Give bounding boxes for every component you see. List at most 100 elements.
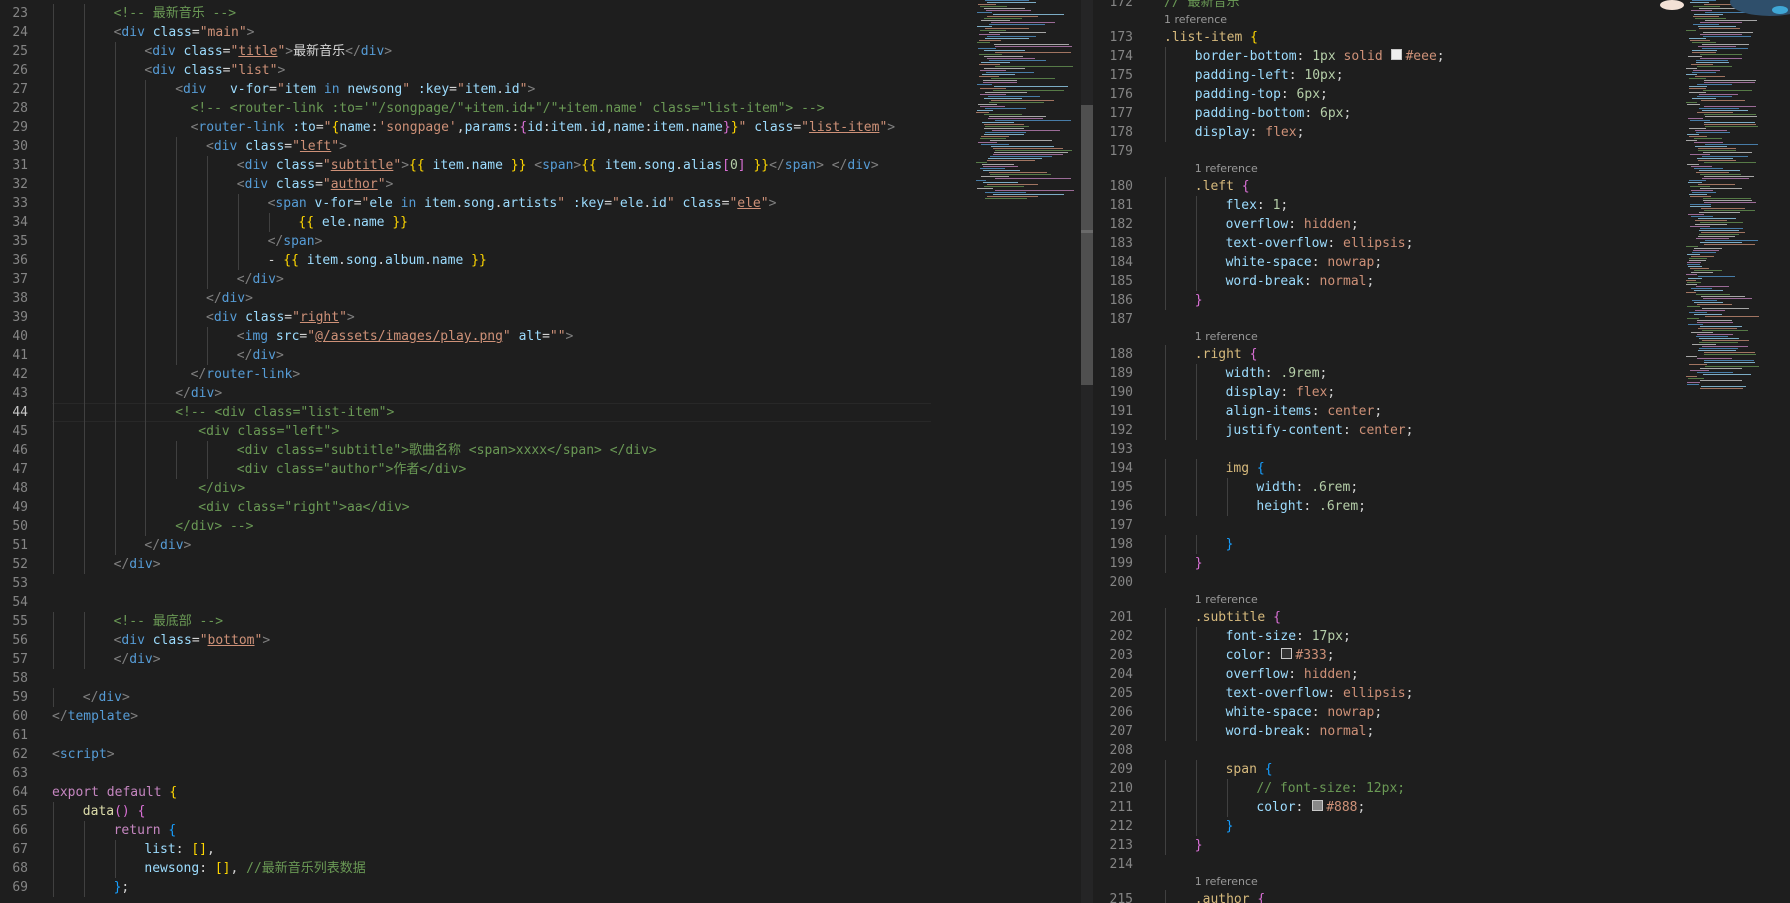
code-token: <!-- 最底部 --> (113, 614, 224, 629)
color-swatch-icon[interactable] (1281, 648, 1293, 659)
line-number: 196 (1109, 499, 1133, 514)
code-line[interactable]: 52 </div> (0, 555, 1081, 574)
color-swatch-icon[interactable] (1312, 800, 1324, 811)
code-token: : (1343, 423, 1359, 438)
minimap-line (984, 68, 1025, 69)
minimap-line (1696, 172, 1729, 173)
code-line[interactable]: 23 <!-- 最新音乐 --> (0, 4, 1081, 23)
code-token: div (183, 82, 207, 97)
code-token: <!-- <div class="list-item"> (175, 405, 395, 420)
minimap-line (1697, 158, 1733, 159)
codelens-reference[interactable]: 1 reference (1195, 874, 1258, 890)
left-editor-pane[interactable]: 23 <!-- 最新音乐 --> 24 <div class="main"> 25 <di… (0, 0, 1081, 903)
code-line[interactable]: 51 </div> (0, 536, 1081, 555)
code-line[interactable]: 54 (0, 593, 1081, 612)
code-line[interactable]: 30 <div class="left"> (0, 137, 1081, 156)
code-line[interactable]: 24 <div class="main"> (0, 23, 1081, 42)
code-line[interactable]: 50 </div> --> (0, 517, 1081, 536)
codelens-reference[interactable]: 1 reference (1195, 161, 1258, 177)
indent-guide (114, 460, 116, 479)
code-line[interactable]: 63 (0, 764, 1081, 783)
minimap-line (987, 196, 1038, 197)
code-text: <!-- <div class="list-item"> (175, 403, 394, 422)
code-line[interactable]: 42 </router-link> (0, 365, 1081, 384)
code-line[interactable]: 62 <script> (0, 745, 1081, 764)
minimap-line (985, 132, 1026, 133)
minimap-line (1690, 370, 1709, 371)
minimap-line (1690, 120, 1710, 121)
indent-guide (1165, 215, 1166, 234)
indent-guide (237, 213, 239, 232)
code-line[interactable]: 28 <!-- <router-link :to='"/songpage/"+it… (0, 99, 1081, 118)
code-text: newsong: [], //最新音乐列表数据 (144, 859, 365, 878)
code-line[interactable]: 69}; (0, 878, 1081, 897)
code-line[interactable]: 60 </template> (0, 707, 1081, 726)
indent-guide (176, 137, 178, 156)
code-line[interactable]: 47 <div class="author">作者</div> (0, 460, 1081, 479)
code-line[interactable]: 36- {{ item.song.album.name }} (0, 251, 1081, 270)
code-token: }} (471, 253, 487, 268)
code-line[interactable]: 53 (0, 574, 1081, 593)
code-token: > (527, 82, 536, 97)
code-line[interactable]: 56 <div class="bottom"> (0, 631, 1081, 650)
code-token: div (221, 291, 246, 306)
minimap-line (1690, 206, 1711, 207)
code-line[interactable]: 37 </div> (0, 270, 1081, 289)
code-line[interactable]: 25 <div class="title">最新音乐</div> (0, 42, 1081, 61)
code-line[interactable]: 40 <img src = "@/assets/images/play.png" al… (0, 327, 1081, 346)
code-line[interactable]: 46 <div class="subtitle">歌曲名称 <span>xxxx<… (0, 441, 1081, 460)
left-minimap[interactable] (968, 0, 1080, 903)
indent-guide (145, 460, 147, 479)
minimap-line (1703, 200, 1752, 201)
code-text: } (1195, 836, 1203, 855)
code-line[interactable]: 55 <!-- 最底部 --> (0, 612, 1081, 631)
minimap-line (1688, 182, 1702, 183)
indent-guide (1165, 478, 1166, 497)
code-line[interactable]: 31 <div class="subtitle">{{ item.name }} … (0, 156, 1081, 175)
code-line[interactable]: 49 <div class="right">aa</div> (0, 498, 1081, 517)
code-token: : (1296, 629, 1312, 644)
code-line[interactable]: 67 list: [], (0, 840, 1081, 859)
color-swatch-icon[interactable] (1391, 49, 1403, 60)
minimap-line (1696, 238, 1729, 239)
code-line[interactable]: 68 newsong: [], //最新音乐列表数据 (0, 859, 1081, 878)
code-line[interactable]: 26 <div class="list"> (0, 61, 1081, 80)
code-line[interactable]: 27 <div v-for="item in newsong" :key="ite… (0, 80, 1081, 99)
code-line[interactable]: 64 export default { (0, 783, 1081, 802)
code-line[interactable]: 66 return { (0, 821, 1081, 840)
right-minimap[interactable] (1678, 0, 1790, 903)
code-line[interactable]: 35 </span> (0, 232, 1081, 251)
code-line[interactable]: 48 </div> (0, 479, 1081, 498)
editor-split-divider[interactable] (1081, 0, 1093, 903)
code-line[interactable]: 29 <router-link :to="{name:'songpage',par… (0, 118, 1081, 137)
code-line[interactable]: 57 </div> (0, 650, 1081, 669)
codelens-reference[interactable]: 1 reference (1195, 329, 1258, 345)
minimap-line (1690, 154, 1710, 155)
code-token: > (384, 44, 393, 59)
minimap-line (1698, 26, 1736, 27)
code-line[interactable]: 39 <div class="right"> (0, 308, 1081, 327)
code-token: > (275, 348, 284, 363)
code-line[interactable]: 65 data() { (0, 802, 1081, 821)
left-scrollbar-thumb[interactable] (1081, 105, 1093, 385)
code-line[interactable]: 43 </div> (0, 384, 1081, 403)
code-token: {{ (298, 215, 315, 230)
code-line[interactable]: 41 </div> (0, 346, 1081, 365)
code-line[interactable]: 58 (0, 669, 1081, 688)
code-token: 6px (1320, 106, 1344, 121)
code-line[interactable]: 44 <!-- <div class="list-item"> (0, 403, 1081, 422)
code-line[interactable]: 59 </div> (0, 688, 1081, 707)
codelens-reference[interactable]: 1 reference (1164, 12, 1227, 28)
code-line[interactable]: 45 <div class="left"> (0, 422, 1081, 441)
code-line[interactable]: 33 <span v-for="ele in item.song.artists"… (0, 194, 1081, 213)
indent-guide (83, 308, 85, 327)
code-line[interactable]: 38 </div> (0, 289, 1081, 308)
code-token: div (847, 158, 871, 173)
code-line[interactable]: 61 (0, 726, 1081, 745)
code-line[interactable]: 34 {{ ele.name }} (0, 213, 1081, 232)
code-line[interactable]: 32 <div class="author"> (0, 175, 1081, 194)
minimap-line (1702, 308, 1749, 309)
code-token: item (550, 120, 582, 135)
right-editor-pane[interactable]: 172// 最新音乐 1 reference 173 .list-item {174 b… (1093, 0, 1790, 903)
codelens-reference[interactable]: 1 reference (1195, 592, 1258, 608)
